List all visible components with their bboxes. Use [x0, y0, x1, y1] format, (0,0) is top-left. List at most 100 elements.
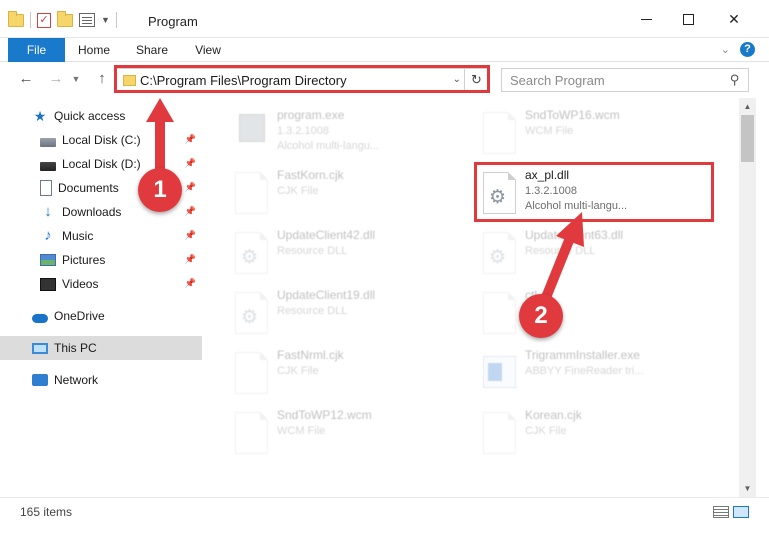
file-name: SndToWP12.wcm	[277, 408, 372, 422]
navigation-pane: ★ Quick access Local Disk (C:) 📌 Local D…	[0, 98, 205, 497]
maximize-button[interactable]	[665, 0, 711, 38]
sidebar-item-label: This PC	[54, 341, 97, 355]
file-name: program.exe	[277, 108, 345, 122]
pictures-icon	[40, 254, 56, 266]
document-icon	[483, 112, 516, 154]
file-name: SndToWP16.wcm	[525, 108, 620, 122]
file-item[interactable]: UpdateClient19.dll Resource DLL	[227, 286, 467, 342]
file-item[interactable]: UpdateClient63.dll Resource DLL	[475, 226, 715, 282]
title-bar: ✓ ▼ Program ✕	[0, 0, 769, 38]
help-icon[interactable]: ?	[740, 42, 755, 57]
window-title: Program	[148, 14, 198, 29]
tab-share[interactable]: Share	[130, 38, 174, 62]
sidebar-item-label: Local Disk (C:)	[62, 133, 141, 147]
document-icon	[483, 292, 516, 334]
sidebar-item-label: Local Disk (D:)	[62, 157, 141, 171]
search-input[interactable]: Search Program ⚲	[501, 68, 749, 92]
file-description: Alcohol multi-langu...	[277, 140, 380, 152]
pin-icon[interactable]: 📌	[185, 278, 196, 289]
sidebar-item-quick-access[interactable]: ★ Quick access	[0, 104, 202, 128]
pin-icon[interactable]: 📌	[185, 206, 196, 217]
new-folder-icon[interactable]	[57, 10, 73, 27]
file-name: FastKorn.cjk	[277, 168, 344, 182]
file-item[interactable]: SndToWP16.wcm WCM File	[475, 106, 715, 162]
pin-icon[interactable]: 📌	[185, 158, 196, 169]
quick-access-toolbar: ✓ ▼	[8, 10, 117, 30]
file-item[interactable]: FastKorn.cjk CJK File	[227, 166, 467, 222]
pin-icon[interactable]: 📌	[185, 134, 196, 145]
sidebar-item-label: Downloads	[62, 205, 122, 219]
sidebar-item-network[interactable]: Network	[0, 368, 202, 392]
properties-check-icon[interactable]: ✓	[37, 12, 51, 28]
document-icon	[235, 352, 268, 394]
sidebar-item-label: Documents	[58, 181, 119, 195]
scroll-down-icon[interactable]: ▼	[739, 480, 756, 497]
recent-locations-icon[interactable]: ▼	[70, 74, 82, 84]
star-icon: ★	[33, 108, 47, 124]
sidebar-item-this-pc[interactable]: This PC	[0, 336, 202, 360]
up-button[interactable]: ↑	[92, 70, 112, 87]
file-type: Resource DLL	[525, 245, 596, 257]
file-description: ABBYY FineReader tri...	[525, 365, 644, 377]
file-type: Resource DLL	[277, 245, 348, 257]
details-view-icon[interactable]	[713, 506, 729, 518]
file-item[interactable]: Korean.cjk CJK File	[475, 406, 715, 462]
scroll-thumb[interactable]	[741, 115, 754, 162]
sidebar-item-local-disk-c[interactable]: Local Disk (C:) 📌	[0, 128, 202, 152]
exe-icon	[235, 112, 268, 154]
file-item[interactable]: FastNrml.cjk CJK File	[227, 346, 467, 402]
cloud-icon	[32, 313, 48, 323]
view-options-icon[interactable]	[79, 13, 95, 27]
scroll-up-icon[interactable]: ▲	[739, 98, 756, 115]
pin-icon[interactable]: 📌	[185, 182, 196, 193]
tab-view[interactable]: View	[186, 38, 230, 62]
sidebar-item-pictures[interactable]: Pictures 📌	[0, 248, 202, 272]
sidebar-item-label: Network	[54, 373, 99, 387]
address-highlight-box	[114, 65, 490, 93]
file-list: program.exe 1.3.2.1008 Alcohol multi-lan…	[205, 98, 739, 497]
dll-gear-icon	[235, 292, 268, 334]
file-item[interactable]: SndToWP12.wcm WCM File	[227, 406, 467, 462]
minimize-button[interactable]	[623, 0, 669, 38]
chevron-down-icon[interactable]: ▼	[101, 15, 110, 25]
sidebar-item-videos[interactable]: Videos 📌	[0, 272, 202, 296]
drive-icon	[40, 137, 56, 147]
ribbon-tabs: File Home Share View ⌄ ?	[0, 38, 769, 62]
music-icon: ♪	[44, 227, 52, 244]
file-type: CJK File	[525, 425, 567, 437]
sidebar-item-music[interactable]: ♪ Music 📌	[0, 224, 202, 248]
file-item[interactable]: program.exe 1.3.2.1008 Alcohol multi-lan…	[227, 106, 467, 162]
expand-ribbon-icon[interactable]: ⌄	[721, 43, 730, 56]
installer-icon	[483, 356, 516, 388]
file-item[interactable]: TrigrammInstaller.exe ABBYY FineReader t…	[475, 346, 715, 402]
close-button[interactable]: ✕	[711, 0, 757, 38]
file-type: Resource DLL	[277, 305, 348, 317]
file-item[interactable]: UpdateClient42.dll Resource DLL	[227, 226, 467, 282]
step-2-badge: 2	[519, 294, 563, 338]
file-name: UpdateClient42.dll	[277, 228, 376, 242]
file-name: TrigrammInstaller.exe	[525, 348, 640, 362]
search-icon[interactable]: ⚲	[730, 72, 740, 88]
tiles-view-icon[interactable]	[733, 506, 749, 518]
minimize-icon	[640, 18, 652, 20]
file-item[interactable]: ctl.dll	[475, 286, 715, 342]
window-bottom-edge	[0, 525, 769, 539]
tab-home[interactable]: Home	[72, 38, 116, 62]
file-version: 1.3.2.1008	[277, 125, 329, 137]
search-placeholder: Search Program	[510, 73, 605, 88]
file-type: CJK File	[277, 365, 319, 377]
document-icon	[235, 412, 268, 454]
tab-file[interactable]: File	[8, 38, 65, 62]
file-name: Korean.cjk	[525, 408, 582, 422]
sidebar-item-label: Quick access	[54, 109, 126, 123]
vertical-scrollbar[interactable]: ▲ ▼	[739, 98, 756, 497]
forward-button[interactable]: →	[46, 70, 66, 87]
file-type: WCM File	[525, 125, 574, 137]
sidebar-item-onedrive[interactable]: OneDrive	[0, 304, 202, 328]
back-button[interactable]: ←	[16, 70, 36, 87]
documents-icon	[40, 180, 52, 196]
document-icon	[483, 412, 516, 454]
pin-icon[interactable]: 📌	[185, 254, 196, 265]
sidebar-item-label: Pictures	[62, 253, 106, 267]
pin-icon[interactable]: 📌	[185, 230, 196, 241]
